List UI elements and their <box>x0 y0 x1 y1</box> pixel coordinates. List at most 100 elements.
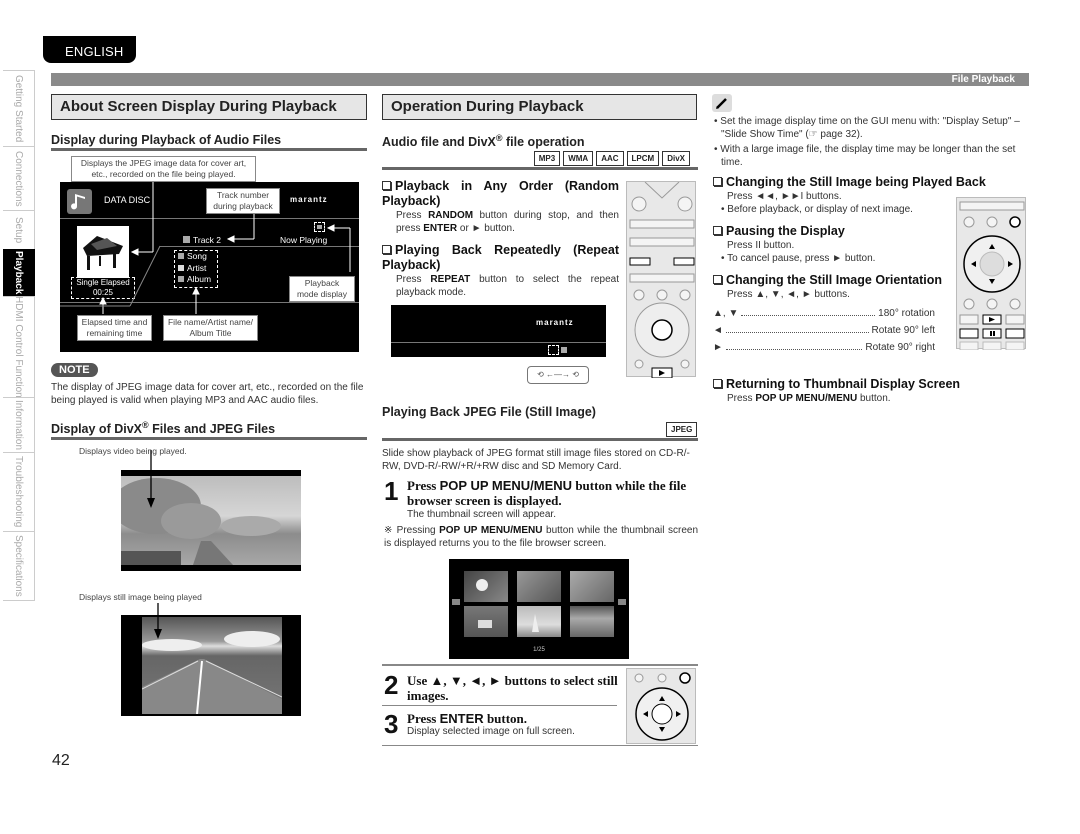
format-badge-divx: DivX <box>662 151 690 166</box>
step3-detail: Display selected image on full screen. <box>407 726 575 737</box>
thumbnail-1[interactable] <box>464 571 508 602</box>
side-nav-specifications[interactable]: Specifications <box>3 531 35 601</box>
tip-item: • With a large image file, the display t… <box>714 144 1016 168</box>
elapsed-time-callout: Elapsed time and remaining time <box>77 315 152 341</box>
step2-title: Use ▲, ▼, ◄, ► buttons to select still i… <box>407 673 618 703</box>
tips-list: • Set the image display time on the GUI … <box>713 115 1031 169</box>
jpeg-subtitle: Playing Back JPEG File (Still Image) <box>382 405 596 419</box>
step1-detail: The thumbnail screen will appear. <box>407 509 556 520</box>
thumbnail-3[interactable] <box>570 571 614 602</box>
audio-divx-subtitle: Audio file and DivX® file operation <box>382 133 585 150</box>
side-nav: Getting Started Connections Setup Playba… <box>3 70 35 601</box>
track-number-callout: Track number during playback <box>206 188 280 214</box>
side-nav-playback[interactable]: Playback <box>3 249 35 297</box>
orientation-table: ▲, ▼ 180° rotation ◄ Rotate 90° left ► Rota… <box>713 308 935 353</box>
cover-art-callout: Displays the JPEG image data for cover a… <box>71 156 256 182</box>
change-image-bullet: • Before playback, or display of next im… <box>721 204 913 215</box>
step-number: 2 <box>384 670 399 700</box>
language-tab[interactable]: ENGLISH <box>43 36 136 63</box>
thumbnail-2[interactable] <box>517 571 561 602</box>
divider <box>382 167 698 170</box>
divider <box>382 438 698 441</box>
side-nav-troubleshooting[interactable]: Troubleshooting <box>3 452 35 532</box>
remote-control-illustration-3 <box>956 197 1026 351</box>
page-number: 42 <box>52 752 70 769</box>
repeat-icon <box>548 345 559 355</box>
orientation-text: Press ▲, ▼, ◄, ► buttons. <box>727 289 850 300</box>
random-heading: Playback in Any Order (Random Playback) <box>382 179 619 208</box>
file-name-callout: File name/Artist name/ Album Title <box>163 315 258 341</box>
remote-graphic <box>629 181 695 379</box>
orientation-row: ► Rotate 90° right <box>713 342 935 353</box>
step1-note: ※ Pressing POP UP MENU/MENU button while… <box>384 525 699 549</box>
brand-logo: marantz <box>536 318 574 327</box>
audio-display-subtitle: Display during Playback of Audio Files <box>51 133 367 151</box>
format-badge-aac: AAC <box>596 151 624 166</box>
pause-text: Press II button. <box>727 240 795 251</box>
random-text: Press RANDOM button during stop, and the… <box>396 210 619 234</box>
play-mode-icon <box>561 347 567 353</box>
repeat-toggle-diagram: ⟲ ←—→ ⟲ <box>527 366 589 384</box>
repeat-heading: Playing Back Repeatedly (Repeat Playback… <box>382 243 619 272</box>
checkbox-icon <box>382 245 391 254</box>
left-section-title: About Screen Display During Playback <box>51 94 367 120</box>
thumbnail-4[interactable] <box>464 606 508 637</box>
tip-item: • Set the image display time on the GUI … <box>714 116 1020 140</box>
checkbox-icon <box>713 379 722 388</box>
change-image-text: Press ◄◄, ►►I buttons. <box>727 191 842 202</box>
step-number: 3 <box>384 709 399 739</box>
checkbox-icon <box>713 226 722 235</box>
pause-bullet: • To cancel pause, press ► button. <box>721 253 876 264</box>
thumbnail-6[interactable] <box>570 606 614 637</box>
format-badges: MP3 WMA AAC LPCM DivX <box>531 148 690 166</box>
step-number: 1 <box>384 476 399 506</box>
side-nav-getting-started[interactable]: Getting Started <box>3 70 35 147</box>
side-nav-connections[interactable]: Connections <box>3 146 35 211</box>
side-nav-setup[interactable]: Setup <box>3 210 35 250</box>
video-caption: Displays video being played. <box>79 446 187 456</box>
orientation-row: ▲, ▼ 180° rotation <box>713 308 935 319</box>
thumbnail-counter: 1/25 <box>533 647 545 653</box>
note-badge: NOTE <box>51 363 98 377</box>
middle-section-title: Operation During Playback <box>382 94 697 120</box>
pause-heading: Pausing the Display <box>713 224 845 239</box>
checkbox-icon <box>713 177 722 186</box>
orientation-row: ◄ Rotate 90° left <box>713 325 935 336</box>
checkbox-icon <box>713 275 722 284</box>
format-badge-mp3: MP3 <box>533 151 561 166</box>
change-image-heading: Changing the Still Image being Played Ba… <box>713 175 986 190</box>
thumbnail-5[interactable] <box>517 606 561 637</box>
remote-dpad-graphic <box>634 672 691 741</box>
format-badge-lpcm: LPCM <box>626 151 660 166</box>
remote-control-illustration-2 <box>626 668 696 744</box>
side-nav-information[interactable]: Information <box>3 397 35 453</box>
format-badge-jpeg: JPEG <box>666 422 698 437</box>
return-thumbnail-text: Press POP UP MENU/MENU button. <box>727 393 891 404</box>
next-page-icon[interactable] <box>618 599 626 605</box>
section-label: File Playback <box>951 74 1015 85</box>
audio-playback-screen: DATA DISC marantz Single Elapsed 00:25 T… <box>60 182 359 352</box>
still-image-playback <box>121 603 301 716</box>
return-thumbnail-heading: Returning to Thumbnail Display Screen <box>713 377 960 392</box>
divx-jpeg-subtitle: Display of DivX® Files and JPEG Files <box>51 420 367 441</box>
checkbox-icon <box>382 181 391 190</box>
pencil-note-icon <box>712 94 732 112</box>
video-playback-image <box>121 450 301 571</box>
header-bar: File Playback <box>51 73 1029 86</box>
note-text: The display of JPEG image data for cover… <box>51 382 364 406</box>
remote-graphic <box>959 201 1025 351</box>
prev-page-icon[interactable] <box>452 599 460 605</box>
format-badge-wma: WMA <box>563 151 594 166</box>
repeat-text: Press REPEAT button to select the repeat… <box>396 274 620 298</box>
remote-control-illustration <box>626 181 696 379</box>
repeat-mode-screen: marantz <box>391 305 606 357</box>
divider <box>382 664 698 666</box>
still-caption: Displays still image being played <box>79 592 202 602</box>
divider <box>382 745 698 746</box>
divider <box>382 705 617 706</box>
orientation-heading: Changing the Still Image Orientation <box>713 273 942 288</box>
step1-title: Press POP UP MENU/MENU button while the … <box>407 478 687 508</box>
side-nav-hdmi-control[interactable]: HDMI Control Function <box>3 296 35 398</box>
playback-mode-callout: Playback mode display <box>289 276 355 302</box>
jpeg-intro-text: Slide show playback of JPEG format still… <box>382 448 690 472</box>
